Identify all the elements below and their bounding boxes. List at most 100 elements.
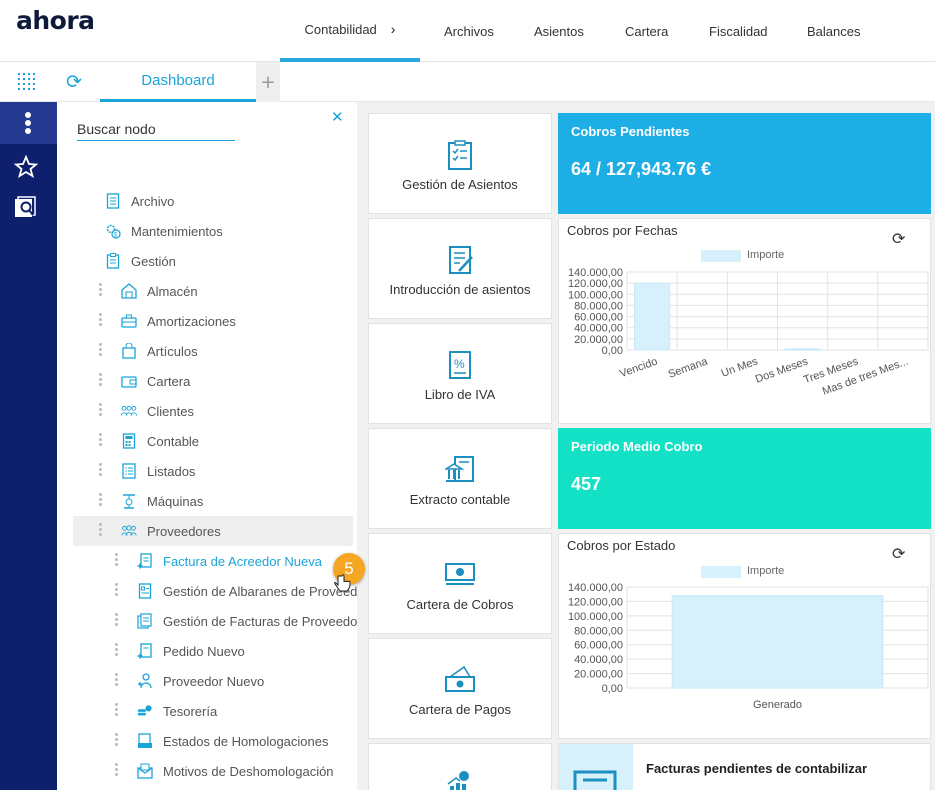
x-tick-label: Mas de tres Mes... bbox=[821, 356, 910, 398]
y-tick-label: 0,00 bbox=[602, 345, 623, 357]
checklist-icon bbox=[448, 140, 472, 170]
tab-dashboard[interactable]: Dashboard bbox=[100, 62, 256, 102]
tree-node-gestion[interactable]: Gestión bbox=[105, 246, 176, 276]
tree-node-label: Pedido Nuevo bbox=[163, 643, 245, 659]
y-tick-label: 120.000,00 bbox=[568, 596, 623, 608]
tree-node-label: Máquinas bbox=[147, 493, 204, 509]
star-icon[interactable] bbox=[14, 155, 38, 179]
tree-node-label: Almacén bbox=[147, 283, 198, 299]
tree-node-proveedores[interactable]: Proveedores bbox=[121, 516, 221, 546]
tree-node-amortizaciones[interactable]: Amortizaciones bbox=[121, 306, 236, 336]
drag-handle-icon[interactable] bbox=[99, 373, 103, 387]
tile-extracto-contable[interactable]: Extracto contable bbox=[368, 428, 552, 529]
bar bbox=[671, 595, 884, 689]
apps-grid-icon[interactable] bbox=[17, 72, 37, 92]
document-pen-icon bbox=[449, 246, 473, 274]
tile-introduccion-asientos[interactable]: Introducción de asientos bbox=[368, 218, 552, 319]
y-tick-label: 0,00 bbox=[602, 683, 623, 695]
tree-node-label: Gestión bbox=[131, 253, 176, 269]
tile-partial[interactable] bbox=[368, 743, 552, 790]
drag-handle-icon[interactable] bbox=[99, 313, 103, 327]
tree-node-mantenimientos[interactable]: $ Mantenimientos bbox=[105, 216, 223, 246]
topnav-asientos[interactable]: Asientos bbox=[534, 0, 584, 62]
calculator-icon bbox=[121, 433, 137, 449]
svg-text:%: % bbox=[454, 357, 465, 371]
drag-handle-icon[interactable] bbox=[115, 703, 119, 717]
tile-label: Gestión de Asientos bbox=[402, 177, 518, 192]
topnav-cartera-label: Cartera bbox=[625, 23, 669, 39]
tree-node-gestion-facturas[interactable]: Gestión de Facturas de Proveedo bbox=[137, 606, 357, 636]
drag-handle-icon[interactable] bbox=[99, 433, 103, 447]
add-tab-button[interactable]: + bbox=[256, 62, 280, 102]
kpi-periodo-medio-cobro[interactable]: Periodo Medio Cobro 457 bbox=[558, 428, 931, 529]
tree-node-pedido-nuevo[interactable]: Pedido Nuevo bbox=[137, 636, 245, 666]
tile-label: Extracto contable bbox=[409, 492, 511, 507]
tree-node-label: Proveedores bbox=[147, 523, 221, 539]
tree-node-maquinas[interactable]: Máquinas bbox=[121, 486, 203, 516]
tree-node-tesoreria[interactable]: Tesorería bbox=[137, 696, 217, 726]
search-document-icon[interactable] bbox=[13, 196, 39, 220]
search-node-input[interactable] bbox=[77, 117, 235, 141]
tree-node-label: Motivos de Deshomologación bbox=[163, 763, 334, 779]
facturas-icon-panel bbox=[559, 744, 633, 790]
drag-handle-icon[interactable] bbox=[99, 493, 103, 507]
drag-handle-icon[interactable] bbox=[115, 673, 119, 687]
tree-node-gestion-albaranes[interactable]: Gestión de Albaranes de Proveedo bbox=[137, 576, 357, 606]
drag-handle-icon[interactable] bbox=[99, 403, 103, 417]
tree-node-articulos[interactable]: Artículos bbox=[121, 336, 198, 366]
logo-text: ahora bbox=[16, 6, 95, 35]
tree-node-archivo[interactable]: Archivo bbox=[105, 186, 174, 216]
shopping-bag-icon bbox=[121, 343, 137, 359]
drag-handle-icon[interactable] bbox=[115, 763, 119, 777]
tree-node-listados[interactable]: Listados bbox=[121, 456, 195, 486]
topnav-balances[interactable]: Balances bbox=[807, 0, 860, 62]
topnav-fiscalidad-label: Fiscalidad bbox=[709, 23, 768, 39]
file-icon bbox=[105, 193, 121, 209]
tile-cartera-pagos[interactable]: Cartera de Pagos bbox=[368, 638, 552, 739]
kpi-cobros-pendientes[interactable]: Cobros Pendientes 64 / 127,943.76 € bbox=[558, 113, 931, 214]
navigation-tree-panel: ✕ Archivo $ Mantenimientos Gestión Almac… bbox=[57, 102, 357, 790]
topnav-contabilidad[interactable]: Contabilidad › bbox=[280, 0, 420, 62]
tree-node-contable[interactable]: Contable bbox=[121, 426, 199, 456]
tree-node-factura-acreedor-nueva[interactable]: Factura de Acreedor Nueva bbox=[137, 546, 322, 576]
topnav-archivos[interactable]: Archivos bbox=[444, 0, 494, 62]
tree-node-proveedor-nuevo[interactable]: Proveedor Nuevo bbox=[137, 666, 264, 696]
tree-node-almacen[interactable]: Almacén bbox=[121, 276, 198, 306]
close-icon[interactable]: ✕ bbox=[331, 108, 344, 126]
bank-doc-icon bbox=[445, 456, 474, 482]
tree-node-motivos-deshomologacion[interactable]: Motivos de Deshomologación bbox=[137, 756, 334, 786]
chart-svg: 140.000,00 120.000,00 100.000,00 80.000,00 6… bbox=[568, 582, 929, 711]
tree-node-label: Cartera bbox=[147, 373, 191, 389]
y-tick-label: 100.000,00 bbox=[568, 611, 623, 623]
drag-handle-icon[interactable] bbox=[115, 553, 119, 567]
topnav-cartera[interactable]: Cartera bbox=[625, 0, 668, 62]
drag-handle-icon[interactable] bbox=[99, 283, 103, 297]
refresh-icon[interactable]: ⟳ bbox=[66, 71, 82, 93]
drag-handle-icon[interactable] bbox=[115, 613, 119, 627]
tree-node-estados-homologaciones[interactable]: Estados de Homologaciones bbox=[137, 726, 329, 756]
kpi-value: 64 / 127,943.76 € bbox=[571, 159, 712, 179]
topnav-fiscalidad[interactable]: Fiscalidad bbox=[709, 0, 768, 62]
topnav-contabilidad-label: Contabilidad bbox=[304, 21, 377, 37]
ahora-logo[interactable]: ahora bbox=[16, 6, 95, 35]
card-facturas-pendientes[interactable]: Facturas pendientes de contabilizar bbox=[558, 743, 931, 790]
drag-handle-icon[interactable] bbox=[99, 523, 103, 537]
drag-handle-icon[interactable] bbox=[115, 583, 119, 597]
user-add-icon bbox=[137, 673, 153, 689]
more-vertical-icon[interactable] bbox=[22, 111, 34, 135]
tree-node-clientes[interactable]: Clientes bbox=[121, 396, 194, 426]
drag-handle-icon[interactable] bbox=[99, 343, 103, 357]
order-add-icon bbox=[137, 643, 153, 659]
tree-node-label: Contable bbox=[147, 433, 200, 449]
drag-handle-icon[interactable] bbox=[115, 643, 119, 657]
tree-node-label: Tesorería bbox=[163, 703, 218, 719]
drag-handle-icon[interactable] bbox=[99, 463, 103, 477]
tree-node-cartera[interactable]: Cartera bbox=[121, 366, 190, 396]
invoice-icon bbox=[573, 770, 617, 790]
x-tick-label: Vencido bbox=[618, 356, 659, 381]
tile-cartera-cobros[interactable]: Cartera de Cobros bbox=[368, 533, 552, 634]
tile-label: Cartera de Pagos bbox=[409, 702, 511, 717]
drag-handle-icon[interactable] bbox=[115, 733, 119, 747]
tile-libro-iva[interactable]: % Libro de IVA bbox=[368, 323, 552, 424]
tile-gestion-asientos[interactable]: Gestión de Asientos bbox=[368, 113, 552, 214]
